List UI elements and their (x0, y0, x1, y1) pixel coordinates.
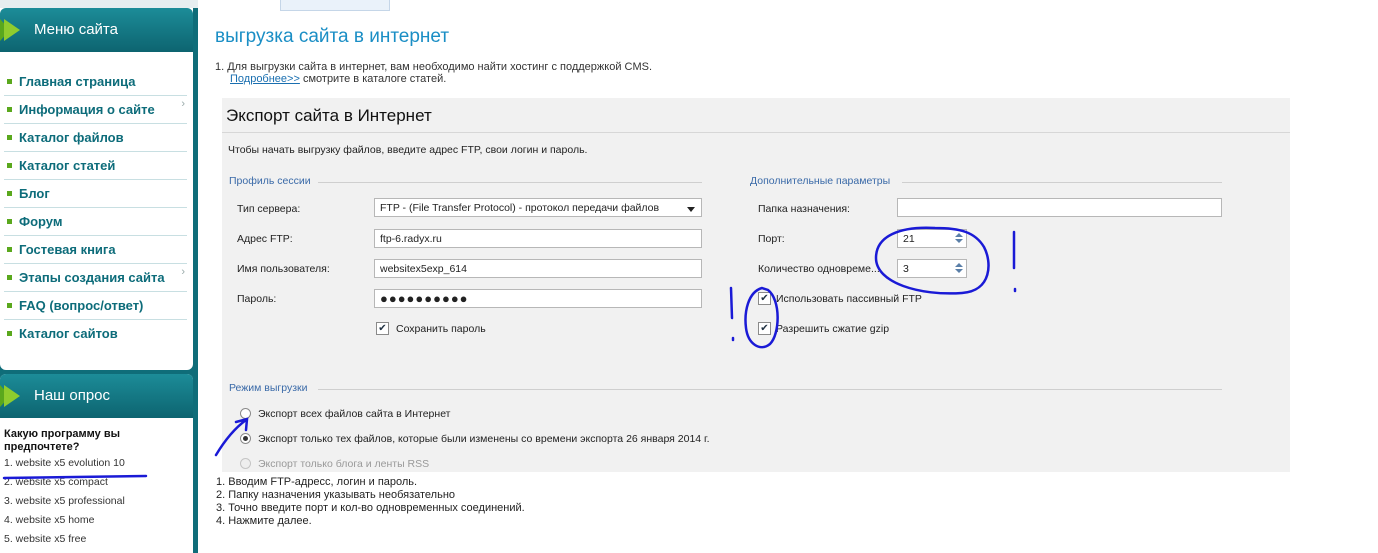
port-value: 21 (903, 233, 915, 245)
menu-title: Меню сайта (34, 21, 118, 38)
menu-item-home[interactable]: Главная страница (4, 68, 187, 96)
menu-panel: Меню сайта Главная страница Информация о… (0, 8, 193, 370)
password-input[interactable]: ●●●●●●●●●● (374, 289, 702, 308)
sidebar-top-strip (0, 0, 198, 8)
dialog-title: Экспорт сайта в Интернет (226, 106, 432, 125)
passive-ftp-label: Использовать пассивный FTP (776, 293, 922, 305)
poll-option[interactable]: 1. website x5 evolution 10 (4, 456, 193, 470)
spinner-arrows-icon[interactable] (953, 232, 964, 246)
export-blog-radio (240, 458, 251, 469)
gzip-checkbox[interactable]: ✔ (758, 322, 771, 335)
note-line: 3. Точно введите порт и кол-во одновреме… (216, 502, 525, 514)
dest-folder-input[interactable] (897, 198, 1222, 217)
export-all-radio[interactable] (240, 408, 251, 419)
intro-line2-text: смотрите в каталоге статей. (299, 73, 447, 85)
ftp-address-input[interactable]: ftp-6.radyx.ru (374, 229, 702, 248)
save-password-label: Сохранить пароль (396, 323, 486, 335)
export-blog-label: Экспорт только блога и ленты RSS (258, 458, 430, 470)
export-dialog: Экспорт сайта в Интернет Чтобы начать вы… (222, 98, 1290, 472)
intro-text: 1. Для выгрузки сайта в интернет, вам не… (215, 61, 653, 73)
passive-ftp-checkbox[interactable]: ✔ (758, 292, 771, 305)
gzip-label: Разрешить сжатие gzip (776, 323, 890, 335)
connections-label: Количество одновреме... (758, 263, 880, 275)
username-label: Имя пользователя: (237, 263, 330, 275)
site-menu: Главная страница Информация о сайте Ката… (0, 52, 193, 351)
ftp-address-label: Адрес FTP: (237, 233, 293, 245)
menu-item-faq[interactable]: FAQ (вопрос/ответ) (4, 292, 187, 320)
divider (222, 132, 1290, 133)
menu-item-forum[interactable]: Форум (4, 208, 187, 236)
menu-item-files[interactable]: Каталог файлов (4, 124, 187, 152)
server-type-select[interactable]: FTP - (File Transfer Protocol) - протоко… (374, 198, 702, 217)
poll-panel: Наш опрос Какую программу вы предпочтете… (0, 374, 193, 553)
export-changed-label: Экспорт только тех файлов, которые были … (258, 433, 710, 445)
password-label: Пароль: (237, 293, 277, 305)
section-upload-mode: Режим выгрузки (229, 382, 308, 394)
poll-body: Какую программу вы предпочтете? 1. websi… (0, 418, 193, 546)
menu-item-guestbook[interactable]: Гостевая книга (4, 236, 187, 264)
spinner-arrows-icon[interactable] (953, 262, 964, 276)
poll-option[interactable]: 5. website x5 free (4, 532, 193, 546)
menu-item-blog[interactable]: Блог (4, 180, 187, 208)
export-all-label: Экспорт всех файлов сайта в Интернет (258, 408, 451, 420)
divider (318, 182, 702, 183)
menu-item-articles[interactable]: Каталог статей (4, 152, 187, 180)
dialog-description: Чтобы начать выгрузку файлов, введите ад… (228, 144, 588, 156)
chevron-down-icon (687, 207, 695, 212)
arrow-icon (4, 19, 20, 41)
arrow-icon (4, 385, 20, 407)
poll-panel-header: Наш опрос (0, 374, 193, 418)
divider (902, 182, 1222, 183)
section-session-profile: Профиль сессии (229, 175, 311, 187)
port-label: Порт: (758, 233, 785, 245)
connections-input[interactable]: 3 (897, 259, 967, 278)
poll-question: Какую программу вы предпочтете? (4, 428, 120, 453)
poll-option[interactable]: 4. website x5 home (4, 513, 193, 527)
site-sidebar: Меню сайта Главная страница Информация о… (0, 0, 198, 553)
intro-line2: Подробнее>> смотрите в каталоге статей. (230, 73, 446, 85)
server-type-label: Тип сервера: (237, 203, 301, 215)
note-line: 1. Вводим FTP-адресс, логин и пароль. (216, 476, 418, 488)
menu-item-info[interactable]: Информация о сайте (4, 96, 187, 124)
page-title: выгрузка сайта в интернет (215, 26, 450, 47)
menu-item-sites-catalog[interactable]: Каталог сайтов (4, 320, 187, 347)
poll-option[interactable]: 3. website x5 professional (4, 494, 193, 508)
section-extra-params: Дополнительные параметры (750, 175, 891, 187)
connections-value: 3 (903, 263, 909, 275)
divider (318, 389, 1222, 390)
poll-title: Наш опрос (34, 387, 111, 404)
username-input[interactable]: websitex5exp_614 (374, 259, 702, 278)
port-input[interactable]: 21 (897, 229, 967, 248)
note-line: 2. Папку назначения указывать необязател… (216, 489, 456, 501)
export-changed-radio[interactable] (240, 433, 251, 444)
save-password-checkbox[interactable]: ✔ (376, 322, 389, 335)
more-link[interactable]: Подробнее>> (230, 73, 300, 85)
server-type-value: FTP - (File Transfer Protocol) - протоко… (380, 202, 660, 214)
poll-option[interactable]: 2. website x5 compact (4, 475, 193, 489)
menu-item-stages[interactable]: Этапы создания сайта (4, 264, 187, 292)
embedded-image-frame (280, 0, 390, 11)
note-line: 4. Нажмите далее. (216, 515, 312, 527)
menu-panel-header: Меню сайта (0, 8, 193, 52)
dest-folder-label: Папка назначения: (758, 203, 850, 215)
